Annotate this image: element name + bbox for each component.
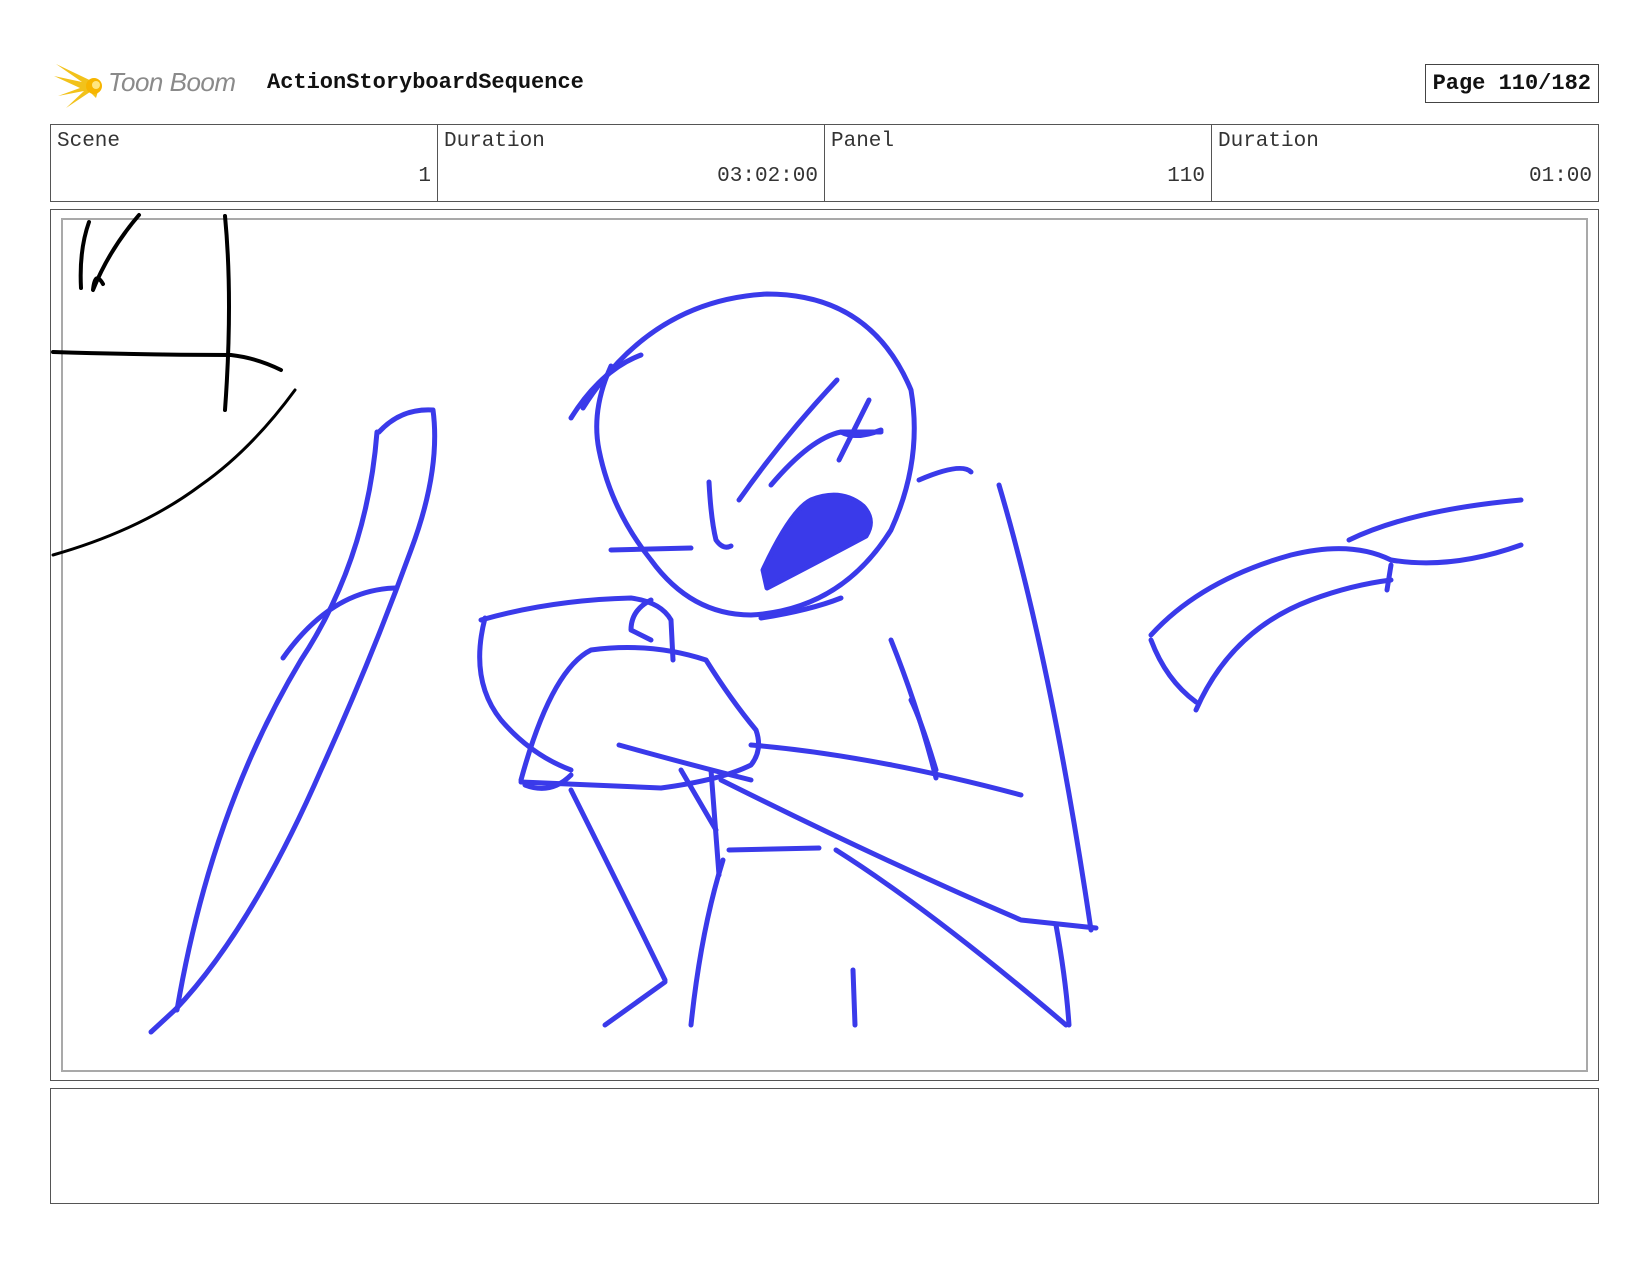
panel-cell: Panel 110 [824,125,1211,201]
scene-label: Scene [57,130,121,153]
starburst-icon [54,64,102,108]
scene-value: 1 [418,165,431,188]
logo-text: Toon Boom [108,67,236,97]
panel-duration-value: 01:00 [1528,165,1592,188]
panel-value: 110 [1167,165,1205,188]
scene-cell: Scene 1 [51,125,437,201]
panel-info-table: Scene 1 Duration 03:02:00 Panel 110 Dura… [50,124,1599,202]
storyboard-panel [50,209,1599,1081]
page-header: Toon Boom ActionStoryboardSequence Page … [52,56,1599,108]
scene-duration-value: 03:02:00 [717,165,818,188]
panel-label: Panel [831,130,895,153]
panel-sketch [51,213,1524,1035]
toon-boom-logo: Toon Boom [52,56,252,108]
panel-duration-cell: Duration 01:00 [1211,125,1598,201]
character-sketch-blue [148,291,1524,1035]
page-indicator: Page 110/182 [1424,64,1599,103]
scene-duration-label: Duration [444,130,545,153]
project-title: ActionStoryboardSequence [267,70,584,95]
panel-duration-label: Duration [1218,130,1319,153]
scene-duration-cell: Duration 03:02:00 [437,125,824,201]
background-sketch-black [51,213,297,557]
panel-notes-box [50,1088,1599,1204]
